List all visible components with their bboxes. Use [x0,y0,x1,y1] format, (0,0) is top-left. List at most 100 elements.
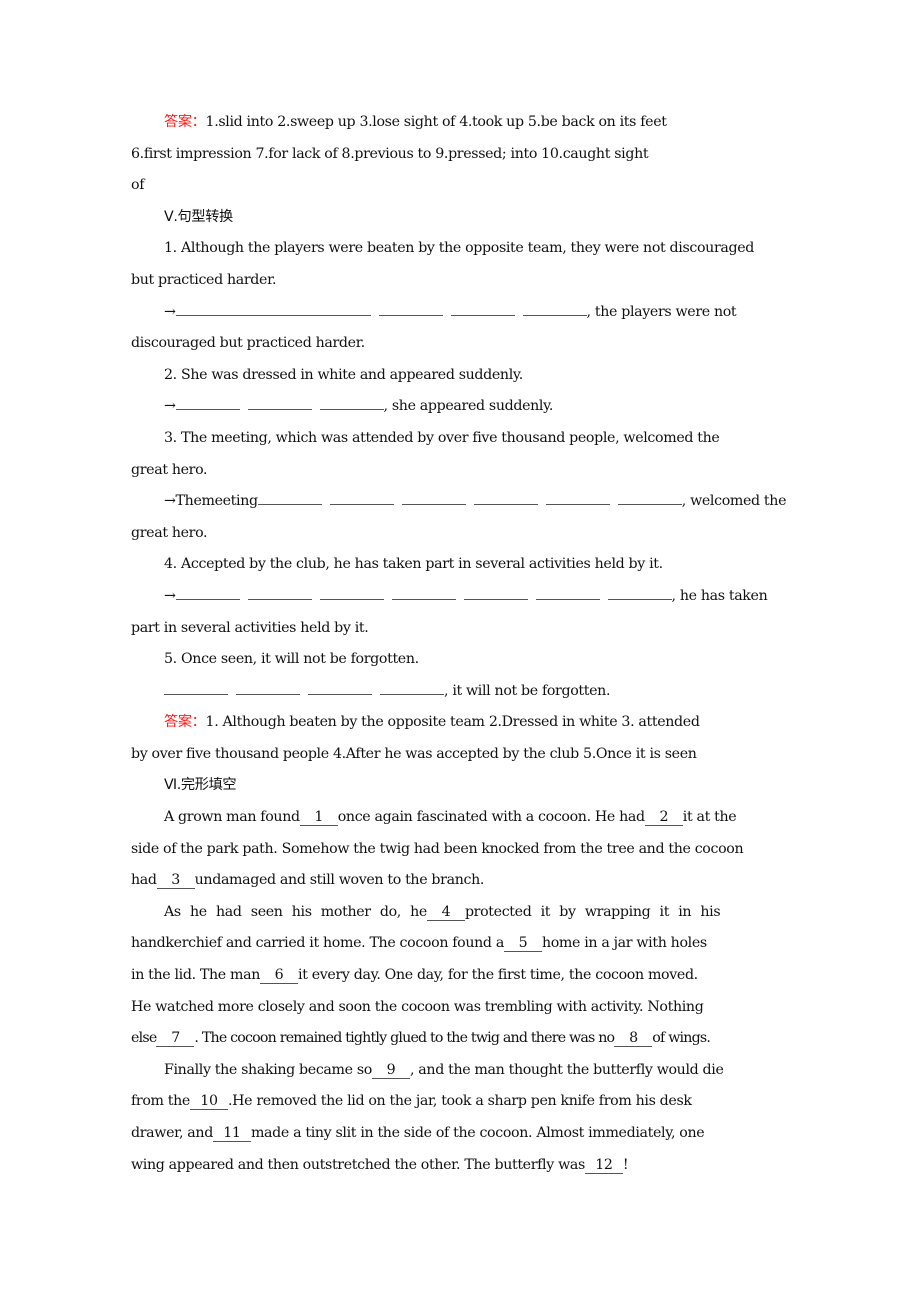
blank-field[interactable] [617,492,682,506]
passage-text: As he had seen his mother do, he [164,903,427,920]
rewrite-text: , the players were not [586,303,737,320]
cloze-blank-9[interactable]: 9 [371,1062,410,1079]
passage-text: it every day. One day, for the first tim… [298,967,698,984]
cloze-blank-4[interactable]: 4 [426,904,465,921]
passage-line: wing appeared and then outstretched the … [131,1150,839,1182]
rewrite-prefix: →Themeeting [164,493,258,510]
passage-text: from the [131,1093,190,1110]
cloze-blank-11[interactable]: 11 [212,1125,251,1142]
passage-text: protected it by wrapping it in his [464,903,721,920]
blank-field[interactable] [535,587,600,600]
passage-text: handkerchief and carried it home. The co… [131,935,504,952]
blank-field[interactable] [545,492,610,506]
answer-label: 答案： [164,714,206,731]
rewrite-line: → , he has taken [131,581,839,613]
blank-field[interactable] [329,492,394,506]
passage-text: undamaged and still woven to the branch. [194,872,485,889]
arrow-icon: → [164,398,176,415]
blank-field[interactable] [308,682,372,695]
question-text: 4. Accepted by the club, he has taken pa… [164,556,663,573]
cloze-blank-12[interactable]: 12 [584,1157,623,1174]
blank-field[interactable] [463,587,528,600]
passage-text: wing appeared and then outstretched the … [131,1156,585,1173]
answer-line: 答案：1. Although beaten by the opposite te… [131,707,839,739]
cloze-blank-1[interactable]: 1 [299,809,338,827]
rewrite-text: discouraged but practiced harder. [131,335,365,352]
blank-field[interactable] [247,587,312,600]
answer-line: by over five thousand people 4.After he … [131,745,697,762]
blank-field[interactable] [164,682,228,695]
answer-line: 答案：1.slid into 2.sweep up 3.lose sight o… [131,107,839,139]
answer-text: 1. Although beaten by the opposite team … [205,714,700,731]
question-text: 2. She was dressed in white and appeared… [164,366,523,383]
question-text: but practiced harder. [131,271,277,288]
blank-field[interactable] [473,492,538,506]
rewrite-text: part in several activities held by it. [131,619,369,636]
cloze-blank-6[interactable]: 6 [260,967,299,985]
answer-line: of [131,177,145,194]
blank-field[interactable] [378,303,443,316]
cloze-blank-10[interactable]: 10 [189,1093,228,1111]
passage-line: He watched more closely and soon the coc… [131,998,704,1015]
document-page: 答案：1.slid into 2.sweep up 3.lose sight o… [131,107,839,1181]
rewrite-text: great hero. [131,524,208,541]
passage-text: of wings. [652,1030,711,1047]
cloze-blank-5[interactable]: 5 [503,935,542,953]
answer-text: 1.slid into 2.sweep up 3.lose sight of 4… [205,114,667,130]
passage-text: , and the man thought the butterfly woul… [409,1061,724,1078]
blank-field[interactable] [391,587,456,600]
blank-field[interactable] [175,587,240,600]
passage-text: .He removed the lid on the jar, took a s… [227,1093,692,1110]
passage-line: As he had seen his mother do, he 4 protect… [131,897,839,929]
passage-text: made a tiny slit in the side of the coco… [250,1125,705,1141]
passage-line: in the lid. The man 6 it every day. One da… [131,960,839,992]
rewrite-text: , she appeared suddenly. [383,398,554,415]
passage-text: in the lid. The man [131,967,261,984]
cloze-blank-7[interactable]: 7 [156,1030,195,1048]
rewrite-line: , it will not be forgotten. [131,676,839,708]
rewrite-text: , he has taken [671,587,768,604]
blank-field[interactable] [247,397,312,411]
cloze-blank-2[interactable]: 2 [644,809,683,827]
blank-field[interactable] [522,303,587,316]
blank-field[interactable] [380,682,444,695]
passage-text: A grown man found [164,809,300,826]
passage-text: else [131,1030,157,1047]
passage-text: had [131,872,157,889]
answer-line: 6.first impression 7.for lack of 8.previ… [131,145,649,162]
blank-field[interactable] [450,303,515,316]
question-text: great hero. [131,461,208,478]
rewrite-line: → , she appeared suddenly. [131,391,839,423]
passage-text: . The cocoon remained tightly glued to t… [194,1030,615,1047]
rewrite-line: → , the players were not [131,297,839,329]
passage-line: A grown man found 1 once again fascinated … [131,802,839,834]
passage-line: Finally the shaking became so 9, and the … [131,1055,839,1087]
passage-line: from the 10 .He removed the lid on the jar… [131,1086,839,1118]
section-heading: Ⅵ.完形填空 [164,777,237,794]
cloze-blank-8[interactable]: 8 [614,1030,653,1048]
answer-label: 答案： [164,114,206,130]
passage-text: ! [622,1156,629,1173]
passage-line: had 3 undamaged and still woven to the bra… [131,865,839,897]
arrow-icon: → [164,303,176,320]
question-text: 3. The meeting, which was attended by ov… [164,429,720,446]
cloze-blank-3[interactable]: 3 [156,872,195,890]
blank-field[interactable] [175,303,371,316]
blank-field[interactable] [401,492,466,506]
question-text: 5. Once seen, it will not be forgotten. [164,651,419,668]
passage-line: handkerchief and carried it home. The co… [131,928,839,960]
blank-field[interactable] [319,397,384,411]
rewrite-text: , welcomed the [681,493,787,510]
rewrite-line: →Themeeting , welcomed the [131,486,839,518]
blank-field[interactable] [175,397,240,411]
passage-line: else 7. The cocoon remained tightly glued… [131,1023,839,1055]
section-heading: Ⅴ.句型转换 [164,208,233,225]
blank-field[interactable] [319,587,384,600]
passage-line: drawer, and 11 made a tiny slit in the sid… [131,1118,839,1150]
passage-text: it at the [682,809,737,826]
blank-field[interactable] [236,682,300,695]
blank-field[interactable] [257,492,322,506]
passage-text: once again fascinated with a cocoon. He … [337,809,645,826]
blank-field[interactable] [607,587,672,600]
passage-text: home in a jar with holes [541,935,707,952]
